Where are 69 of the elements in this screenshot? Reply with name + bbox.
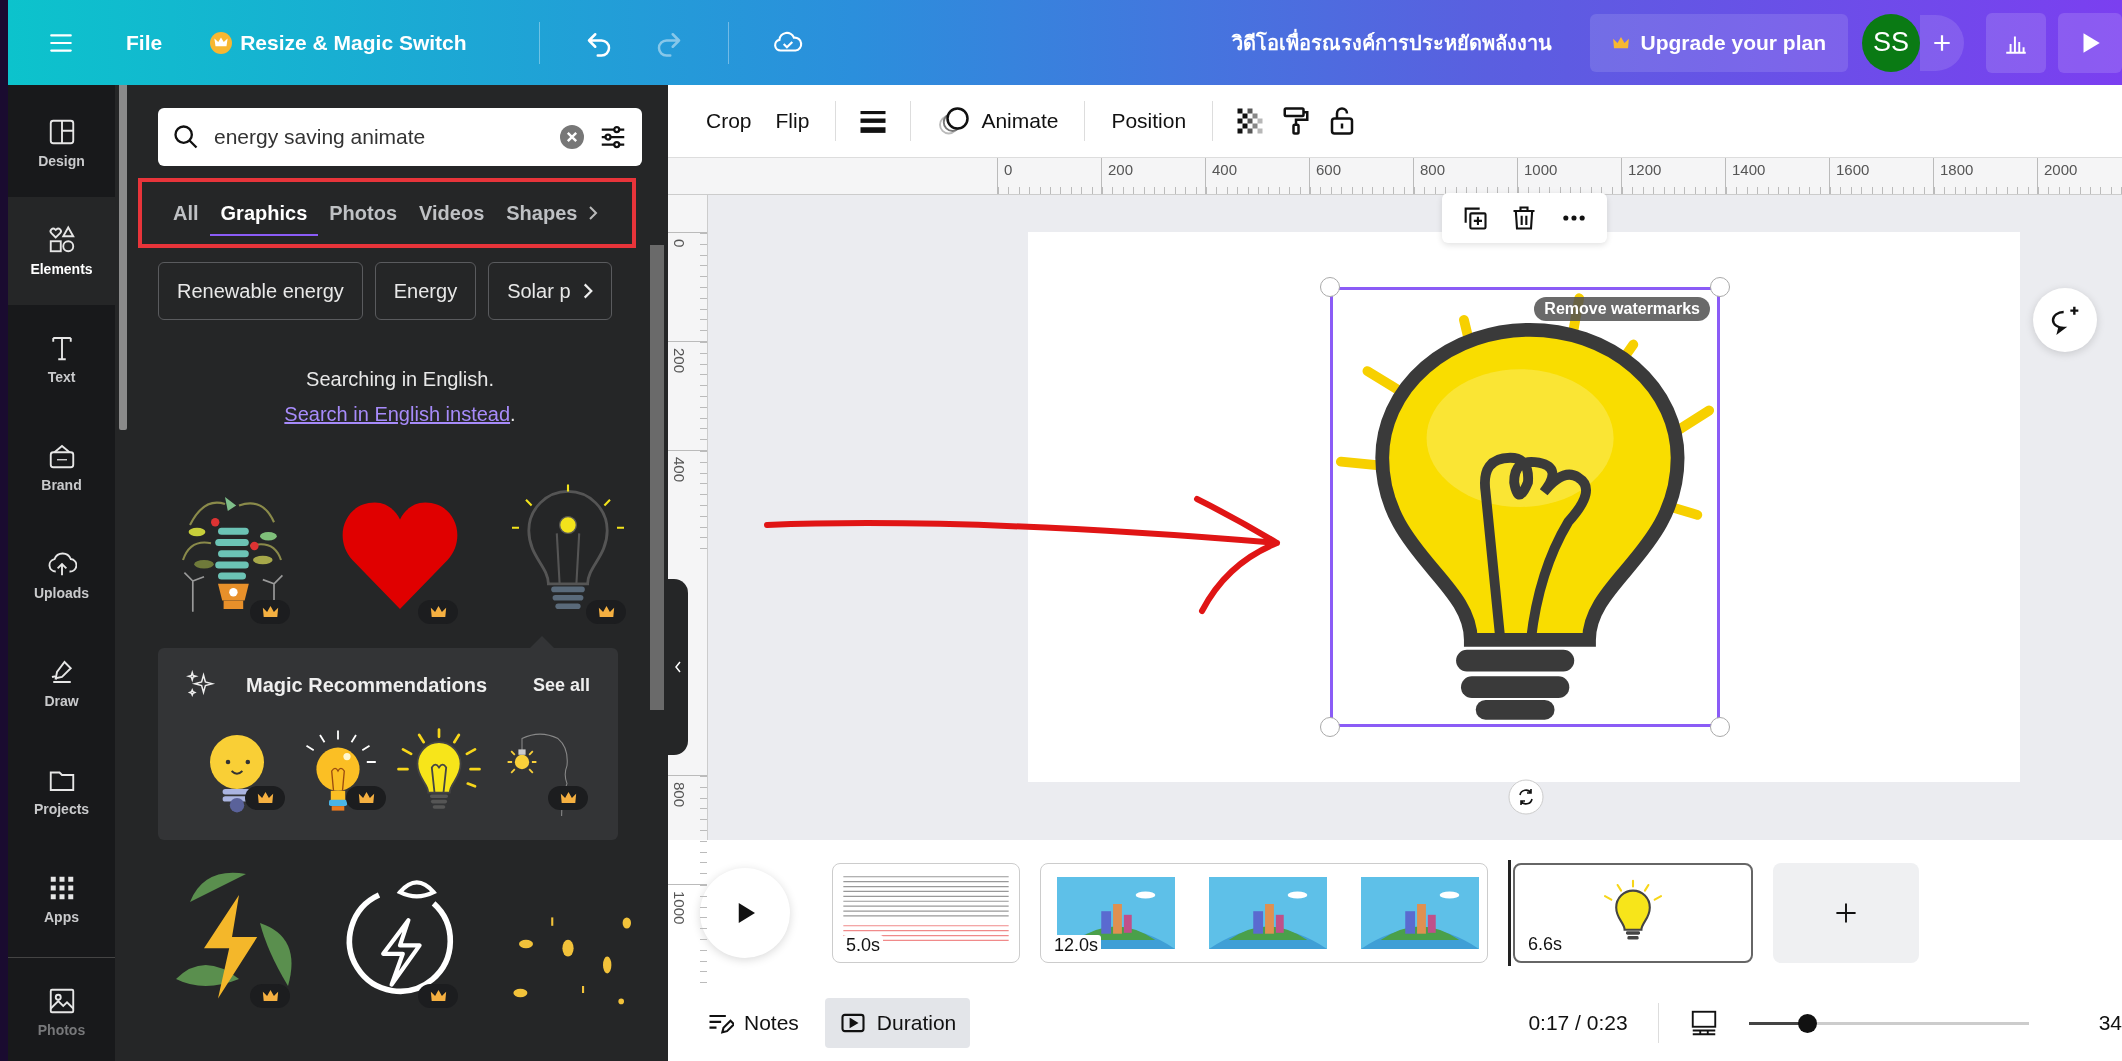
timeline-clip[interactable]: 5.0s xyxy=(832,862,1020,963)
clear-icon[interactable] xyxy=(560,125,584,149)
ruler-label: 800 xyxy=(671,782,688,808)
animate-button[interactable]: Animate xyxy=(925,97,1071,145)
premium-crown-badge xyxy=(250,984,290,1008)
period-text: . xyxy=(510,403,516,425)
premium-crown-badge xyxy=(346,786,386,810)
sidebar-item[interactable]: Elements xyxy=(8,197,115,305)
scrollbar[interactable] xyxy=(650,245,664,710)
premium-crown-badge xyxy=(586,600,626,624)
search-english-link[interactable]: Search in English instead xyxy=(284,403,511,425)
scrollbar[interactable] xyxy=(119,85,127,430)
upgrade-button[interactable]: Upgrade your plan xyxy=(1590,13,1848,72)
sidebar-item[interactable]: Design xyxy=(8,89,115,197)
sidebar-item[interactable]: Projects xyxy=(8,737,115,845)
category-tab[interactable]: Graphics xyxy=(209,182,319,244)
search-field[interactable]: energy saving animate xyxy=(158,108,642,166)
premium-crown-badge xyxy=(548,786,588,810)
ruler-label: 2000 xyxy=(2037,158,2122,194)
notes-button[interactable]: Notes xyxy=(692,998,813,1048)
crown-icon xyxy=(210,31,233,54)
sidebar-item[interactable]: Uploads xyxy=(8,521,115,629)
zoom-slider-thumb[interactable] xyxy=(1798,1013,1818,1033)
sidebar-item[interactable]: Text xyxy=(8,305,115,413)
suggestion-chip[interactable]: Renewable energy xyxy=(158,262,363,320)
sidebar-item[interactable]: Draw xyxy=(8,629,115,737)
category-tab[interactable]: Videos xyxy=(408,182,496,244)
premium-crown-badge xyxy=(418,600,458,624)
analytics-button[interactable] xyxy=(1986,12,2046,73)
add-comment-button[interactable] xyxy=(2033,288,2097,352)
comment-plus-icon xyxy=(2049,304,2081,336)
flip-button[interactable]: Flip xyxy=(763,97,822,145)
add-people-button[interactable] xyxy=(1920,14,1964,71)
ruler-label: 200 xyxy=(671,348,688,374)
sidebar-item[interactable]: Apps xyxy=(8,845,115,953)
user-avatar[interactable]: SS xyxy=(1862,13,1920,72)
search-query[interactable]: energy saving animate xyxy=(214,125,426,149)
timeline-clip[interactable]: 12.0s xyxy=(1040,862,1488,963)
premium-crown-badge xyxy=(245,786,285,810)
ruler-label: 400 xyxy=(671,457,688,483)
rotate-icon[interactable] xyxy=(1508,779,1544,815)
suggestion-chip[interactable]: Solar p xyxy=(488,262,612,320)
category-tab[interactable]: Shapes xyxy=(495,182,589,244)
see-all-link[interactable]: See all xyxy=(532,674,590,696)
paint-roller-icon[interactable] xyxy=(1281,106,1312,136)
crown-icon xyxy=(1612,35,1631,50)
language-notice: Searching in English. xyxy=(305,368,495,391)
collapse-panel-handle[interactable] xyxy=(668,579,688,755)
present-button[interactable] xyxy=(2058,12,2122,73)
crop-button[interactable]: Crop xyxy=(694,97,764,145)
timeline-clip[interactable]: 6.6s xyxy=(1513,862,1753,963)
section-title: Magic Recommendations xyxy=(246,673,489,697)
category-tab[interactable]: All xyxy=(162,182,210,244)
transparency-icon[interactable] xyxy=(1235,106,1266,136)
sidebar-item[interactable]: Brand xyxy=(8,413,115,521)
category-tab[interactable]: Photos xyxy=(318,182,409,244)
premium-crown-badge xyxy=(418,984,458,1008)
playback-time: 0:17 / 0:23 xyxy=(1528,1011,1628,1035)
remove-watermarks-badge[interactable]: Remove watermarks xyxy=(1534,297,1710,321)
duration-button[interactable]: Duration xyxy=(824,998,971,1048)
ruler-label: 1000 xyxy=(671,891,688,925)
zoom-percentage[interactable]: 34 xyxy=(2098,1011,2122,1035)
position-button[interactable]: Position xyxy=(1099,97,1199,145)
premium-crown-badge xyxy=(250,600,290,624)
ruler-label: 0 xyxy=(671,239,688,248)
suggestion-chip[interactable]: Energy xyxy=(374,262,477,320)
plus-icon xyxy=(1834,900,1858,925)
document-title[interactable]: วิดีโอเพื่อรณรงค์การประหยัดพลังงาน xyxy=(1232,26,1553,59)
search-icon xyxy=(172,123,200,151)
